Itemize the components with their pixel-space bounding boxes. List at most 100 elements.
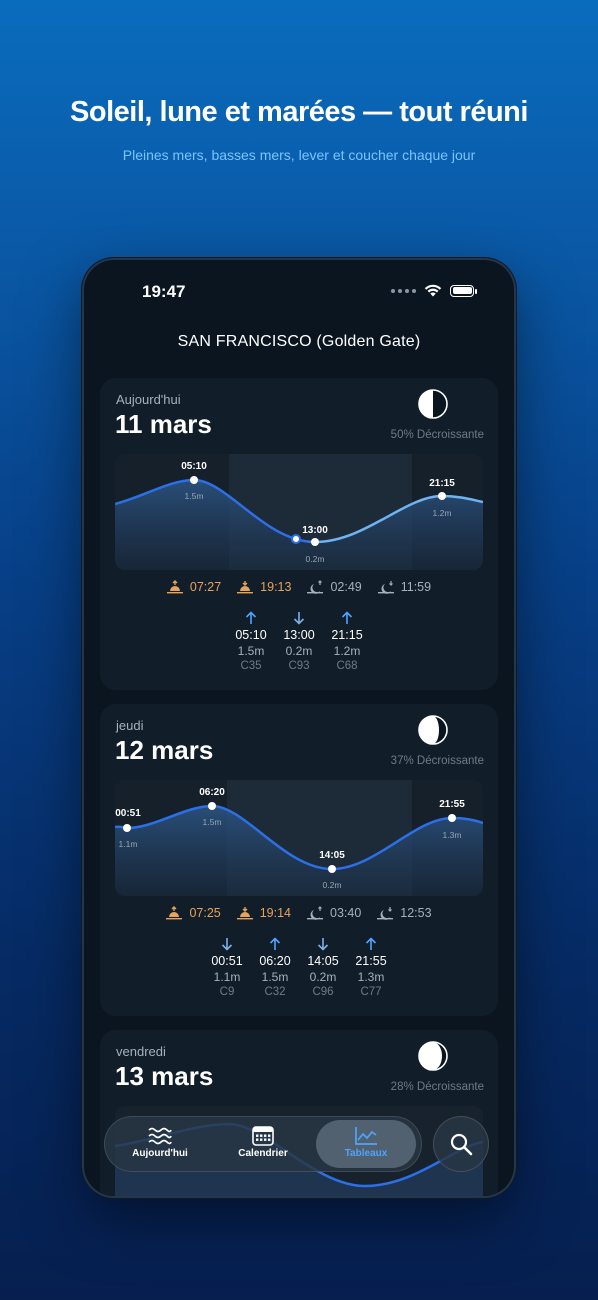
moonset-time: 11:59	[400, 580, 432, 594]
moon-phase-icon	[418, 389, 448, 419]
low-tide-arrow-icon	[221, 938, 233, 951]
moonset-time: 12:53	[400, 906, 432, 920]
tide-coefficient: C68	[336, 660, 358, 672]
tide-point-time: 13:00	[302, 525, 328, 536]
day-card-thursday[interactable]: jeudi 12 mars 37% Décroissante 00:51 1.1…	[100, 704, 498, 1016]
search-button[interactable]	[433, 1116, 489, 1172]
tide-coefficient: C77	[360, 986, 382, 998]
tide-time: 21:55	[355, 954, 387, 968]
tide-height: 1.5m	[237, 644, 265, 658]
sunset-icon	[237, 581, 254, 594]
tab-calendar[interactable]: Calendrier	[213, 1120, 313, 1168]
tide-point-height: 1.3m	[443, 830, 462, 840]
sunrise-time: 07:25	[189, 906, 221, 920]
tide-height: 1.3m	[357, 970, 385, 984]
sun-moon-times: 07:25 19:14 03:40 12:53	[100, 906, 498, 920]
tide-time: 13:00	[283, 628, 315, 642]
tide-item[interactable]: 05:10 1.5m C35	[233, 610, 269, 672]
tide-item[interactable]: 06:20 1.5m C32	[257, 936, 293, 998]
hero-subtitle: Pleines mers, basses mers, lever et couc…	[122, 147, 476, 163]
tide-time: 06:20	[259, 954, 291, 968]
tide-point-height: 0.2m	[306, 554, 325, 564]
day-weekday: vendredi	[116, 1044, 166, 1059]
tide-item[interactable]: 00:51 1.1m C9	[209, 936, 245, 998]
status-time: 19:47	[142, 282, 186, 301]
tide-item[interactable]: 21:55 1.3m C77	[353, 936, 389, 998]
tide-list: 05:10 1.5m C35 13:00 0.2m C93 21:15 1.2m…	[100, 610, 498, 672]
tide-point[interactable]	[190, 476, 198, 484]
tide-height: 1.2m	[333, 644, 361, 658]
hero-title: Soleil, lune et marées — tout réuni	[70, 96, 528, 128]
high-tide-arrow-icon	[269, 937, 281, 950]
tide-height: 0.2m	[309, 970, 337, 984]
sun-moon-times: 07:27 19:13 02:49 11:59	[100, 580, 498, 594]
status-bar: 19:47	[84, 260, 514, 322]
tide-chart[interactable]: 05:10 1.5m 13:00 0.2m 21:15 1.2m	[115, 454, 483, 570]
battery-icon	[450, 284, 477, 297]
sunrise-time: 07:27	[189, 580, 222, 594]
moonset-icon	[377, 907, 394, 920]
tide-point[interactable]	[438, 492, 446, 500]
day-date: 11 mars	[115, 409, 212, 439]
tide-coefficient: C32	[264, 986, 286, 998]
tide-list: 00:51 1.1m C9 06:20 1.5m C32 14:05 0.2m …	[100, 936, 498, 998]
moon-phase-label: 50% Décroissante	[390, 429, 484, 441]
tide-point-time: 00:51	[115, 808, 141, 819]
low-tide-arrow-icon	[293, 612, 305, 625]
tide-point-time: 21:55	[439, 799, 465, 810]
tide-chart[interactable]: 00:51 1.1m 06:20 1.5m 14:05 0.2m 21:55 1…	[115, 780, 483, 896]
tide-point-height: 1.1m	[119, 839, 138, 849]
day-weekday: jeudi	[116, 718, 144, 733]
moonrise-icon	[307, 906, 323, 920]
moonrise-icon	[307, 580, 324, 594]
tide-item[interactable]: 14:05 0.2m C96	[305, 936, 341, 998]
tide-height: 0.2m	[285, 644, 313, 658]
now-marker	[291, 534, 301, 544]
tide-point-height: 1.5m	[203, 817, 222, 827]
calendar-icon	[252, 1126, 274, 1146]
tide-coefficient: C96	[312, 986, 334, 998]
high-tide-arrow-icon	[245, 611, 257, 624]
tab-label: Calendrier	[238, 1148, 288, 1159]
tab-today[interactable]: Aujourd'hui	[110, 1120, 210, 1168]
moon-phase-icon	[418, 715, 448, 745]
tide-point[interactable]	[311, 538, 319, 546]
high-tide-arrow-icon	[365, 937, 377, 950]
sunset-time: 19:14	[259, 906, 291, 920]
tide-coefficient: C93	[288, 660, 310, 672]
tide-time: 21:15	[331, 628, 363, 642]
tide-point-time: 21:15	[429, 478, 455, 489]
tide-point-height: 1.2m	[433, 508, 452, 518]
tide-point-time: 14:05	[319, 850, 345, 861]
tide-time: 05:10	[235, 628, 267, 642]
phone-frame: 19:47 SAN FRANCISCO (Golden Gate) Aujour…	[84, 260, 514, 1196]
moonrise-time: 02:49	[330, 580, 362, 594]
tide-coefficient: C9	[219, 986, 235, 998]
tide-point[interactable]	[208, 802, 216, 810]
tide-point[interactable]	[448, 814, 456, 822]
moonset-icon	[377, 581, 394, 594]
wifi-icon	[424, 284, 442, 297]
sunset-icon	[236, 907, 253, 920]
signal-icon	[391, 288, 416, 293]
waves-icon	[148, 1127, 172, 1145]
day-card-today[interactable]: Aujourd'hui 11 mars 50% Décroissante 05:…	[100, 378, 498, 690]
low-tide-arrow-icon	[317, 938, 329, 951]
sunrise-icon	[166, 580, 183, 594]
day-weekday: Aujourd'hui	[116, 392, 181, 407]
tide-point-height: 0.2m	[323, 880, 342, 890]
day-date: 12 mars	[115, 735, 214, 765]
moon-phase-icon	[418, 1041, 448, 1071]
tide-height: 1.1m	[213, 970, 241, 984]
tab-label: Aujourd'hui	[132, 1148, 188, 1159]
tide-point[interactable]	[328, 865, 336, 873]
tide-item[interactable]: 13:00 0.2m C93	[281, 610, 317, 672]
sunset-time: 19:13	[260, 580, 292, 594]
tide-point[interactable]	[123, 824, 131, 832]
tide-item[interactable]: 21:15 1.2m C68	[329, 610, 365, 672]
sunrise-icon	[166, 906, 183, 920]
tab-charts[interactable]: Tableaux	[316, 1120, 416, 1168]
tide-time: 00:51	[211, 954, 243, 968]
tide-coefficient: C35	[240, 660, 262, 672]
high-tide-arrow-icon	[341, 611, 353, 624]
